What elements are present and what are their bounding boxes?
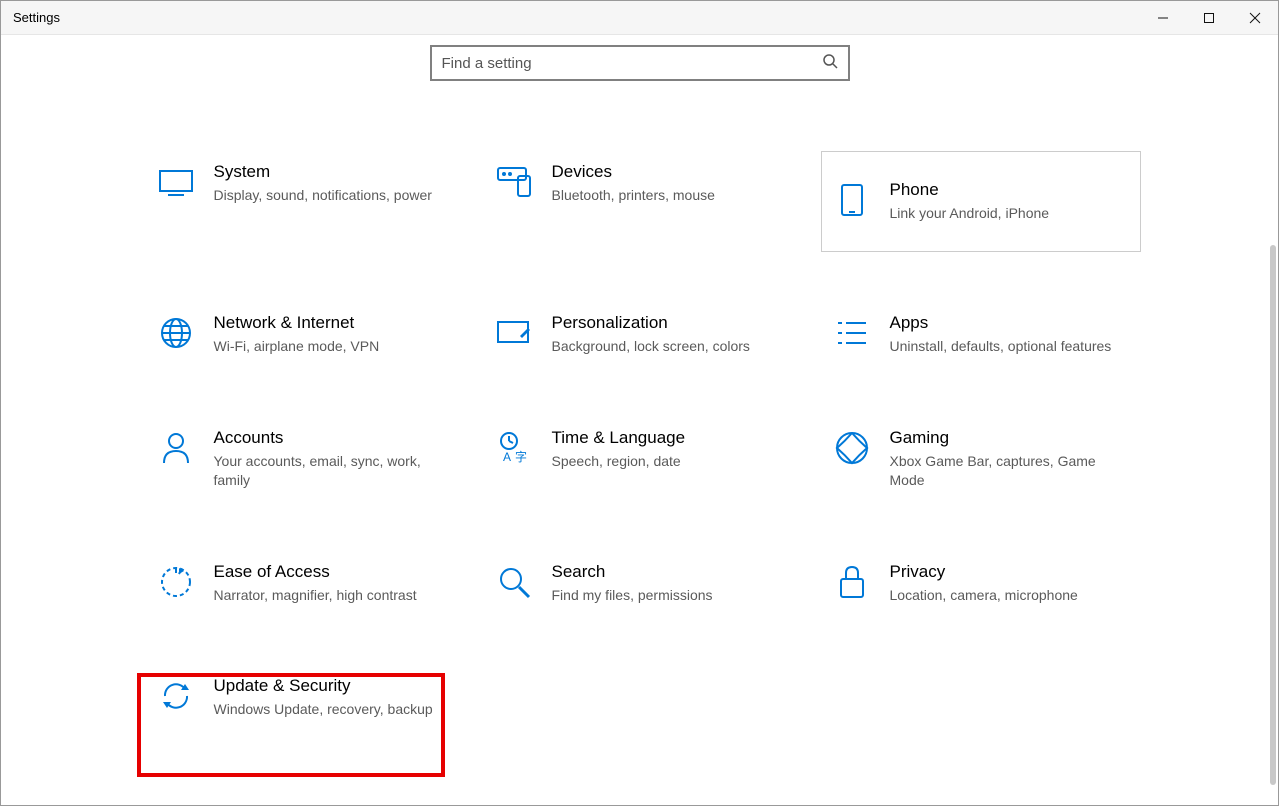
category-title: Update & Security <box>214 676 454 696</box>
close-icon <box>1249 12 1261 24</box>
lock-icon <box>832 562 872 602</box>
time-language-icon: A字 <box>494 428 534 468</box>
category-desc: Bluetooth, printers, mouse <box>552 186 792 205</box>
category-desc: Narrator, magnifier, high contrast <box>214 586 454 605</box>
category-title: Personalization <box>552 313 792 333</box>
devices-icon <box>494 162 534 202</box>
category-desc: Link your Android, iPhone <box>890 204 1130 223</box>
category-privacy[interactable]: Privacy Location, camera, microphone <box>821 551 1141 616</box>
category-desc: Wi-Fi, airplane mode, VPN <box>214 337 454 356</box>
category-apps[interactable]: Apps Uninstall, defaults, optional featu… <box>821 302 1141 367</box>
category-ease-of-access[interactable]: Ease of Access Narrator, magnifier, high… <box>145 551 465 616</box>
category-title: Phone <box>890 180 1130 200</box>
maximize-button[interactable] <box>1186 1 1232 34</box>
category-title: Network & Internet <box>214 313 454 333</box>
category-gaming[interactable]: Gaming Xbox Game Bar, captures, Game Mod… <box>821 417 1141 501</box>
category-desc: Background, lock screen, colors <box>552 337 792 356</box>
category-desc: Location, camera, microphone <box>890 586 1130 605</box>
category-desc: Find my files, permissions <box>552 586 792 605</box>
content-area: System Display, sound, notifications, po… <box>1 35 1278 805</box>
accounts-icon <box>156 428 196 468</box>
svg-text:A: A <box>503 450 511 464</box>
search-input[interactable] <box>442 55 822 72</box>
category-title: Privacy <box>890 562 1130 582</box>
globe-icon <box>156 313 196 353</box>
category-desc: Windows Update, recovery, backup <box>214 700 454 719</box>
titlebar: Settings <box>1 1 1278 35</box>
category-title: System <box>214 162 454 182</box>
ease-of-access-icon <box>156 562 196 602</box>
window-title: Settings <box>13 10 60 25</box>
category-system[interactable]: System Display, sound, notifications, po… <box>145 151 465 252</box>
vertical-scrollbar[interactable] <box>1270 245 1276 785</box>
system-icon <box>156 162 196 202</box>
category-title: Gaming <box>890 428 1130 448</box>
category-title: Accounts <box>214 428 454 448</box>
category-title: Apps <box>890 313 1130 333</box>
category-personalization[interactable]: Personalization Background, lock screen,… <box>483 302 803 367</box>
category-title: Ease of Access <box>214 562 454 582</box>
close-button[interactable] <box>1232 1 1278 34</box>
category-update-security[interactable]: Update & Security Windows Update, recove… <box>145 665 465 730</box>
search-icon <box>822 53 838 74</box>
category-time-language[interactable]: A字 Time & Language Speech, region, date <box>483 417 803 501</box>
category-devices[interactable]: Devices Bluetooth, printers, mouse <box>483 151 803 252</box>
update-icon <box>156 676 196 716</box>
settings-window: Settings <box>0 0 1279 806</box>
apps-icon <box>832 313 872 353</box>
maximize-icon <box>1203 12 1215 24</box>
category-grid: System Display, sound, notifications, po… <box>145 151 1135 730</box>
category-phone[interactable]: Phone Link your Android, iPhone <box>821 151 1141 252</box>
category-desc: Xbox Game Bar, captures, Game Mode <box>890 452 1130 490</box>
category-accounts[interactable]: Accounts Your accounts, email, sync, wor… <box>145 417 465 501</box>
minimize-button[interactable] <box>1140 1 1186 34</box>
category-network[interactable]: Network & Internet Wi-Fi, airplane mode,… <box>145 302 465 367</box>
category-desc: Display, sound, notifications, power <box>214 186 454 205</box>
window-buttons <box>1140 1 1278 34</box>
search-category-icon <box>494 562 534 602</box>
minimize-icon <box>1157 12 1169 24</box>
category-title: Time & Language <box>552 428 792 448</box>
gaming-icon <box>832 428 872 468</box>
category-desc: Uninstall, defaults, optional features <box>890 337 1130 356</box>
svg-text:字: 字 <box>515 449 527 464</box>
phone-icon <box>832 180 872 220</box>
category-desc: Speech, region, date <box>552 452 792 471</box>
category-desc: Your accounts, email, sync, work, family <box>214 452 454 490</box>
personalization-icon <box>494 313 534 353</box>
search-box[interactable] <box>430 45 850 81</box>
search-wrap <box>1 35 1278 81</box>
category-search[interactable]: Search Find my files, permissions <box>483 551 803 616</box>
category-title: Search <box>552 562 792 582</box>
category-title: Devices <box>552 162 792 182</box>
